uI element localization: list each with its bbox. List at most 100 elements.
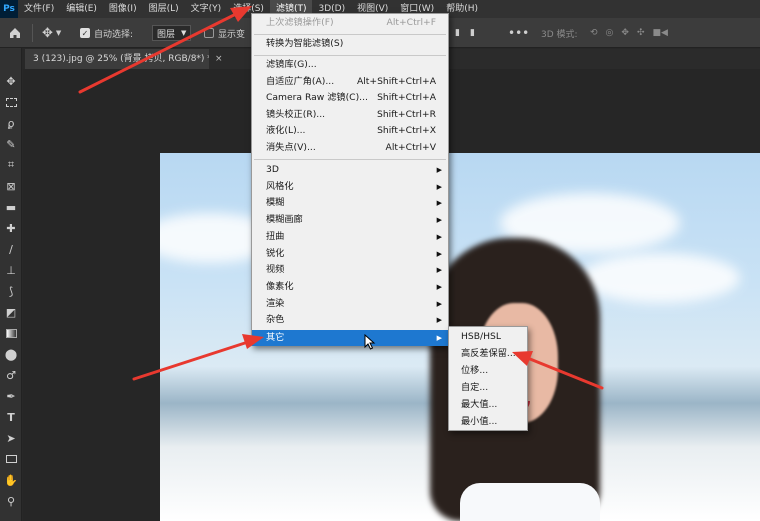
menu-image[interactable]: 图像(I) (103, 0, 143, 18)
show-transform-label: 显示变 (218, 29, 246, 40)
menu-item-shortcut: Alt+Ctrl+V (385, 142, 436, 153)
close-icon[interactable]: × (215, 49, 223, 69)
healing-brush-tool-icon[interactable]: ✚ (2, 219, 20, 237)
move-tool-icon[interactable]: ✥ (2, 72, 20, 90)
menu-item-adaptive-wide-angle[interactable]: 自适应广角(A)... Alt+Shift+Ctrl+A (252, 74, 448, 91)
show-transform-checkbox[interactable] (204, 28, 214, 38)
eyedropper-tool-icon[interactable]: ▬ (2, 198, 20, 216)
pen-tool-icon[interactable]: ✒ (2, 387, 20, 405)
menu-item-label: 上次滤镜操作(F) (266, 17, 334, 28)
submenu-item-offset[interactable]: 位移... (449, 362, 527, 379)
quick-select-tool-icon[interactable]: ✎ (2, 135, 20, 153)
menu-layer[interactable]: 图层(L) (143, 0, 185, 18)
menu-item-last-filter[interactable]: 上次滤镜操作(F) Alt+Ctrl+F (252, 15, 448, 32)
menu-separator (254, 159, 446, 160)
menu-item-label: 消失点(V)... (266, 142, 316, 153)
lasso-tool-icon[interactable]: ϼ (2, 114, 20, 132)
dodge-tool-icon[interactable]: ♂ (2, 366, 20, 384)
menu-item-pixelate[interactable]: 像素化 ▶ (252, 279, 448, 296)
auto-select-target-select[interactable]: 图层 ▼ (152, 25, 192, 41)
brush-tool-icon[interactable]: ∕ (2, 240, 20, 258)
menu-edit[interactable]: 编辑(E) (60, 0, 103, 18)
3d-orbit-icon[interactable]: ⟲ (590, 28, 598, 38)
marquee-tool-icon[interactable] (2, 93, 20, 111)
submenu-item-maximum[interactable]: 最大值... (449, 396, 527, 413)
zoom-tool-icon[interactable]: ⚲ (2, 492, 20, 510)
menu-item-other[interactable]: 其它 ▶ (252, 329, 448, 347)
move-icon: ✥ (42, 25, 53, 41)
clone-stamp-tool-icon[interactable]: ⊥ (2, 261, 20, 279)
menu-item-lens-correction[interactable]: 镜头校正(R)... Shift+Ctrl+R (252, 107, 448, 124)
submenu-arrow-icon: ▶ (436, 333, 442, 342)
blur-tool-icon[interactable]: ⬤ (2, 345, 20, 363)
submenu-arrow-icon: ▶ (436, 166, 442, 174)
mouse-cursor-icon (364, 334, 376, 350)
gradient-tool-icon[interactable] (2, 324, 20, 342)
menu-item-sharpen[interactable]: 锐化 ▶ (252, 246, 448, 263)
document-tab[interactable]: 3 (123).jpg @ 25% (背景 拷贝, RGB/8*) * (25, 49, 209, 69)
hand-tool-icon[interactable]: ✋ (2, 471, 20, 489)
subject-dress (460, 483, 600, 521)
menu-item-label: 扭曲 (266, 230, 285, 242)
menu-item-shortcut: Alt+Ctrl+F (386, 17, 436, 28)
path-selection-tool-icon[interactable]: ➤ (2, 429, 20, 447)
auto-select-target-value: 图层 (157, 29, 176, 40)
menu-item-shortcut: Shift+Ctrl+A (377, 92, 436, 104)
menu-item-blur[interactable]: 模糊 ▶ (252, 195, 448, 212)
menu-item-label: 模糊画廊 (266, 214, 303, 226)
menu-item-distort[interactable]: 扭曲 ▶ (252, 229, 448, 246)
menu-item-camera-raw[interactable]: Camera Raw 滤镜(C)... Shift+Ctrl+A (252, 90, 448, 107)
menu-item-render[interactable]: 渲染 ▶ (252, 296, 448, 313)
submenu-arrow-icon: ▶ (436, 249, 442, 258)
menu-type[interactable]: 文字(Y) (185, 0, 228, 18)
type-tool-icon[interactable]: T (2, 408, 20, 426)
menu-item-filter-gallery[interactable]: 滤镜库(G)... (252, 57, 448, 74)
menu-item-label: 滤镜库(G)... (266, 59, 317, 70)
3d-slide-icon[interactable]: ✣ (637, 28, 645, 38)
submenu-arrow-icon: ▶ (436, 299, 442, 308)
align-icon[interactable]: ▮ (455, 28, 460, 38)
submenu-item-custom[interactable]: 自定... (449, 379, 527, 396)
menu-item-label: 像素化 (266, 280, 294, 292)
crop-tool-icon[interactable]: ⌗ (2, 156, 20, 174)
menu-item-stylize[interactable]: 风格化 ▶ (252, 179, 448, 196)
menu-file[interactable]: 文件(F) (18, 0, 60, 18)
3d-mode-label: 3D 模式: (541, 29, 578, 40)
menu-item-blur-gallery[interactable]: 模糊画廊 ▶ (252, 212, 448, 229)
menu-item-3d[interactable]: 3D ▶ (252, 162, 448, 179)
submenu-arrow-icon: ▶ (436, 282, 442, 291)
3d-camera-icon[interactable]: ■◀ (653, 28, 668, 38)
more-icon[interactable]: ••• (508, 18, 529, 48)
menu-item-video[interactable]: 视频 ▶ (252, 262, 448, 279)
menu-item-label: 自适应广角(A)... (266, 75, 335, 87)
history-brush-tool-icon[interactable]: ⟆ (2, 282, 20, 300)
menu-item-shortcut: Alt+Shift+Ctrl+A (356, 75, 436, 87)
menu-item-label: 渲染 (266, 297, 285, 309)
menu-separator (254, 34, 446, 35)
submenu-arrow-icon: ▶ (436, 182, 442, 191)
menu-item-liquify[interactable]: 液化(L)... Shift+Ctrl+X (252, 123, 448, 140)
home-icon[interactable] (8, 18, 22, 48)
submenu-item-high-pass[interactable]: 高反差保留... (449, 345, 527, 362)
menu-item-label: 其它 (266, 331, 285, 343)
menu-item-convert-smart-filter[interactable]: 转换为智能滤镜(S) (252, 36, 448, 53)
3d-roll-icon[interactable]: ◎ (606, 28, 614, 38)
chevron-down-icon: ▼ (55, 29, 62, 37)
menu-item-shortcut: Shift+Ctrl+X (377, 125, 436, 137)
rectangle-tool-icon[interactable] (2, 450, 20, 468)
align-buttons: ▮ ▮ (455, 18, 475, 48)
submenu-arrow-icon: ▶ (436, 266, 442, 275)
submenu-item-minimum[interactable]: 最小值... (449, 413, 527, 430)
align-icon[interactable]: ▮ (470, 28, 475, 38)
other-submenu: HSB/HSL 高反差保留... 位移... 自定... 最大值... 最小值.… (448, 326, 528, 431)
move-tool-preset[interactable]: ✥ ▼ (42, 18, 61, 48)
frame-tool-icon[interactable]: ⊠ (2, 177, 20, 195)
menu-item-vanishing-point[interactable]: 消失点(V)... Alt+Ctrl+V (252, 140, 448, 157)
menu-item-noise[interactable]: 杂色 ▶ (252, 312, 448, 329)
menu-item-shortcut: Shift+Ctrl+R (376, 108, 436, 120)
auto-select-checkbox[interactable]: ✓ (80, 28, 90, 38)
submenu-arrow-icon: ▶ (436, 316, 442, 325)
eraser-tool-icon[interactable]: ◩ (2, 303, 20, 321)
3d-pan-icon[interactable]: ✥ (621, 28, 629, 38)
submenu-item-hsb-hsl[interactable]: HSB/HSL (449, 328, 527, 345)
